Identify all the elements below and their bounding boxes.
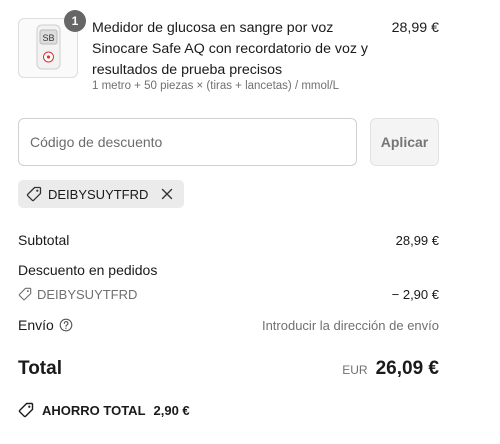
cart-line-item: SB 1 Medidor de glucosa en sangre por vo… (18, 10, 439, 98)
total-value: 26,09 € (375, 358, 439, 379)
order-discount-value: − 2,90 € (391, 286, 439, 302)
product-price: 28,99 € (391, 20, 439, 36)
subtotal-value: 28,99 € (395, 232, 439, 248)
quantity-badge: 1 (64, 10, 86, 32)
total-row: Total EUR 26,09 € (18, 356, 439, 382)
total-savings: AHORRO TOTAL 2,90 € (18, 402, 190, 418)
close-icon[interactable] (160, 187, 174, 201)
subtotal-label: Subtotal (18, 232, 70, 248)
total-currency: EUR (342, 363, 368, 377)
savings-label: AHORRO TOTAL (42, 402, 146, 418)
applied-discount-code: DEIBYSUYTFRD (48, 186, 149, 202)
order-discount-code-text: DEIBYSUYTFRD (37, 286, 138, 302)
savings-value: 2,90 € (153, 402, 190, 418)
subtotal-row: Subtotal 28,99 € (18, 230, 439, 250)
applied-discount-chip: DEIBYSUYTFRD (18, 180, 185, 208)
help-circle-icon[interactable] (59, 318, 73, 332)
order-discount-row: Descuento en pedidos (18, 260, 439, 280)
svg-text:SB: SB (42, 33, 54, 43)
tag-icon (18, 402, 34, 418)
total-amount-group: EUR 26,09 € (342, 358, 439, 380)
tag-icon (26, 186, 42, 202)
apply-discount-button[interactable]: Aplicar (370, 118, 439, 166)
order-discount-label: Descuento en pedidos (18, 262, 158, 278)
order-discount-code: DEIBYSUYTFRD (18, 287, 137, 302)
shipping-label-group: Envío (18, 317, 73, 333)
total-label: Total (18, 358, 62, 379)
product-title: Medidor de glucosa en sangre por voz Sin… (92, 20, 369, 78)
product-variant: 1 metro + 50 piezas × (tiras + lancetas)… (92, 80, 340, 92)
tag-icon (18, 287, 32, 301)
shipping-row: Envío Introducir la dirección de envío (18, 315, 439, 335)
discount-code-input[interactable] (18, 118, 357, 166)
shipping-label: Envío (18, 317, 54, 333)
shipping-value: Introducir la dirección de envío (261, 317, 439, 333)
order-discount-code-row: DEIBYSUYTFRD − 2,90 € (18, 284, 439, 304)
